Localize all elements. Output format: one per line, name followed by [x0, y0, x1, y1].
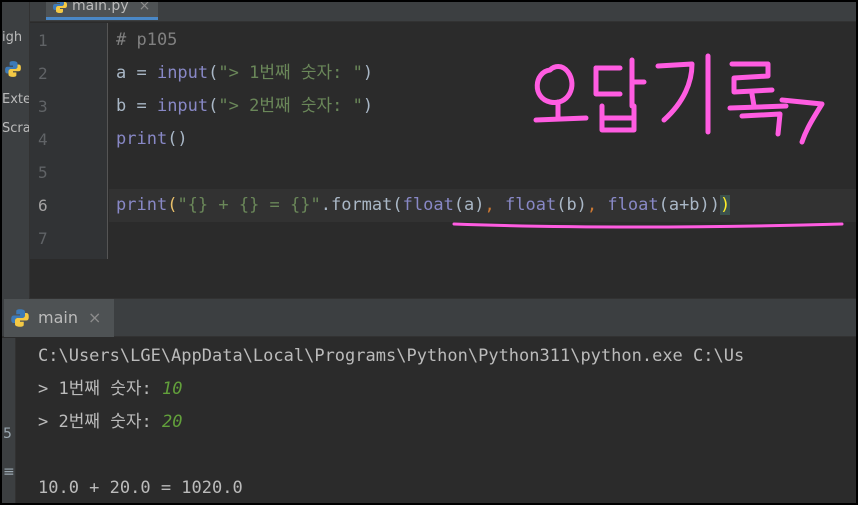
editor-empty-area[interactable]	[30, 259, 856, 299]
paren: ()	[167, 129, 188, 149]
user-input-value: 20	[161, 412, 183, 432]
tab-main-py[interactable]: main.py ×	[46, 0, 159, 20]
project-item-label[interactable]: igh	[2, 30, 22, 45]
builtin-call: input	[156, 63, 209, 83]
close-icon[interactable]: ×	[139, 2, 151, 14]
editor-tab-strip: main.py ×	[30, 2, 856, 22]
line-number: 3	[38, 97, 48, 116]
project-panel[interactable]: igh Exte Scra	[2, 2, 30, 302]
method-call: .format(	[320, 195, 403, 215]
args: (a+b)	[658, 195, 710, 215]
comment: # p105	[116, 30, 178, 50]
close-icon[interactable]: ×	[88, 308, 101, 327]
line-number-current: 6	[38, 196, 48, 215]
run-console[interactable]: 5 ≡ C:\Users\LGE\AppData\Local\Programs\…	[2, 338, 856, 503]
builtin-call: input	[156, 96, 209, 116]
console-toolbar: 5 ≡	[2, 338, 16, 503]
builtin-call: float	[505, 195, 557, 215]
user-input-value: 10	[161, 379, 183, 399]
project-item-label[interactable]: Exte	[2, 92, 29, 107]
python-run-icon	[11, 309, 29, 327]
tab-label: main.py	[72, 0, 129, 14]
prompt-text: > 2번째 숫자:	[38, 412, 162, 432]
comma: ,	[484, 195, 506, 215]
line-number: 7	[38, 229, 48, 248]
python-file-icon	[53, 2, 67, 13]
paren-match: (	[167, 195, 178, 215]
code-editor[interactable]: # p105 a = input("> 1번째 숫자: ") b = input…	[109, 23, 856, 259]
paren: (	[208, 96, 219, 116]
builtin-call: float	[402, 195, 454, 215]
string-literal: "{} + {} = {}"	[177, 195, 321, 215]
paren: )	[362, 63, 374, 83]
rerun-icon[interactable]: 5	[3, 426, 12, 442]
run-tab-label: main	[38, 308, 78, 327]
line-number: 4	[38, 130, 48, 149]
console-prompt-line: > 1번째 숫자: 10	[38, 373, 182, 406]
code-line-1[interactable]: # p105	[109, 24, 856, 57]
code-line-5[interactable]	[109, 156, 856, 189]
console-command-line: C:\Users\LGE\AppData\Local\Programs\Pyth…	[38, 346, 745, 366]
builtin-call: print	[116, 195, 168, 215]
python-icon	[5, 61, 21, 77]
args: (a)	[453, 195, 485, 215]
paren-match-highlight: )	[720, 195, 731, 215]
code-line-4[interactable]: print()	[109, 123, 856, 156]
string-literal: "> 1번째 숫자: "	[218, 63, 363, 83]
project-item-label[interactable]: Scra	[2, 121, 29, 136]
comma: ,	[586, 195, 608, 215]
paren: )	[709, 195, 721, 215]
assignment: a =	[116, 63, 157, 83]
assignment: b =	[116, 96, 157, 116]
tab-run-main[interactable]: main ×	[4, 299, 114, 337]
code-line-2[interactable]: a = input("> 1번째 숫자: ")	[109, 57, 856, 90]
ide-window: igh Exte Scra main.py × 1 2 3 4 5 6 7 # p…	[0, 0, 858, 505]
paren: )	[362, 96, 374, 116]
args: (b)	[556, 195, 587, 215]
console-prompt-line: > 2번째 숫자: 20	[38, 406, 182, 439]
builtin-call: float	[607, 195, 659, 215]
code-line-3[interactable]: b = input("> 2번째 숫자: ")	[109, 90, 856, 123]
prompt-text: > 1번째 숫자:	[38, 379, 162, 399]
soft-wrap-icon[interactable]: ≡	[3, 464, 15, 480]
console-result-line: 10.0 + 20.0 = 1020.0	[38, 478, 243, 498]
paren: (	[208, 63, 219, 83]
code-line-7[interactable]	[109, 222, 856, 255]
builtin-call: print	[116, 129, 168, 149]
run-tool-window-header: main ×	[2, 299, 856, 337]
line-number-gutter: 1 2 3 4 5 6 7	[30, 23, 108, 259]
code-line-6[interactable]: print("{} + {} = {}".format(float(a), fl…	[109, 189, 856, 222]
string-literal: "> 2번째 숫자: "	[218, 96, 363, 116]
line-number: 2	[38, 64, 48, 83]
line-number: 1	[38, 31, 48, 50]
line-number: 5	[38, 163, 48, 182]
